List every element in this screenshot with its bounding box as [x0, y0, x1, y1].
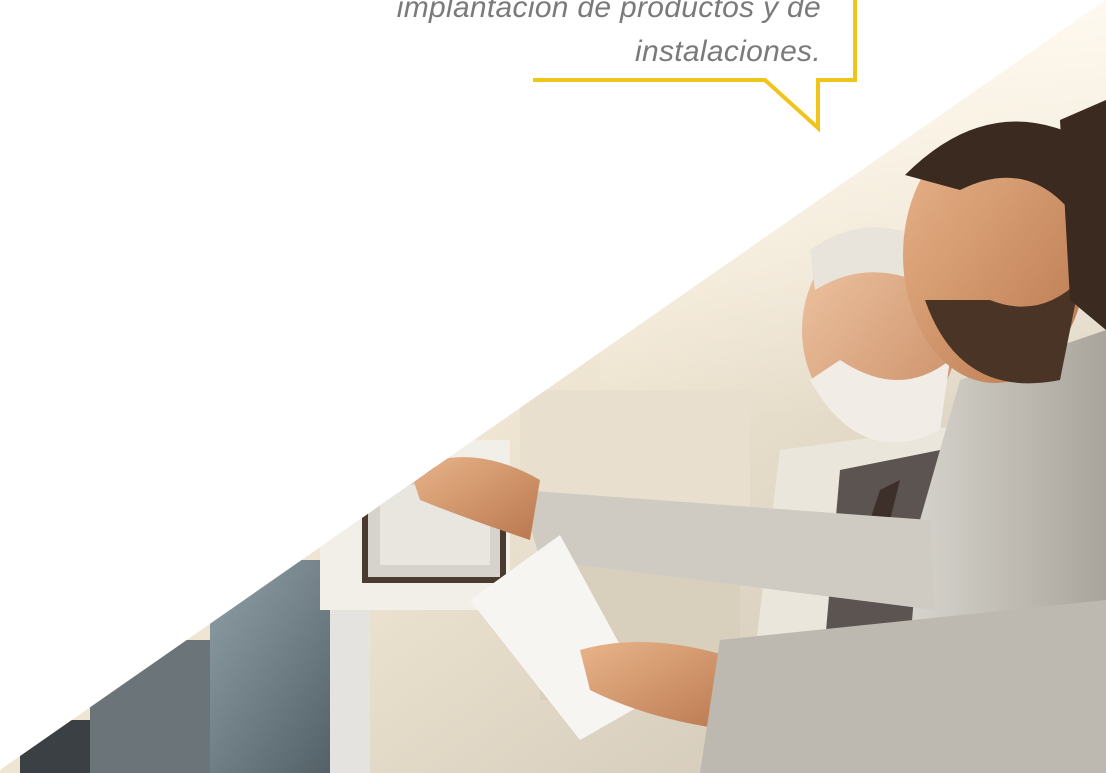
photo-illustration — [0, 0, 1106, 773]
hero-photo — [0, 0, 1106, 773]
quote-line-1: implantación de productos y de — [396, 0, 821, 24]
quote-line-2: instalaciones. — [635, 35, 821, 68]
page-canvas: implantación de productos y de instalaci… — [0, 0, 1106, 773]
quote-text: implantación de productos y de instalaci… — [261, 0, 821, 74]
